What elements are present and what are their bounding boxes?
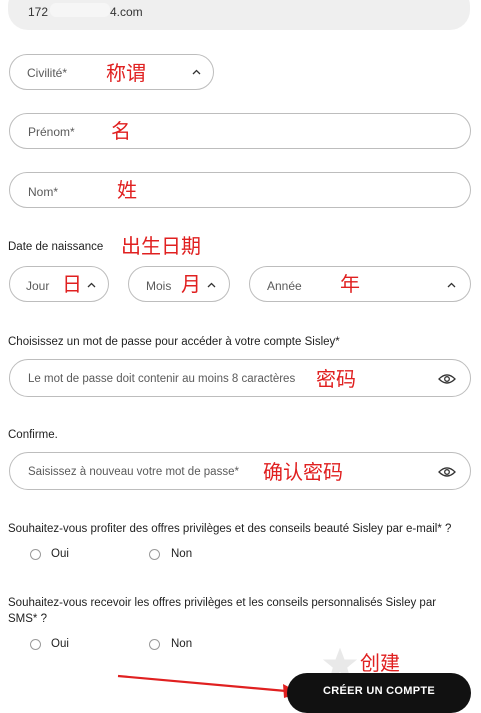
birth-year-select[interactable]: Année 年 — [249, 266, 471, 302]
year-annotation: 年 — [340, 272, 360, 296]
chevron-up-icon — [192, 69, 201, 75]
day-placeholder: Jour — [26, 279, 50, 293]
month-annotation: 月 — [181, 272, 201, 296]
password-input[interactable]: Le mot de passe doit contenir au moins 8… — [9, 359, 471, 397]
year-placeholder: Année — [267, 279, 302, 293]
password-annotation: 密码 — [316, 367, 356, 391]
confirm-annotation: 确认密码 — [263, 460, 343, 484]
birth-label: Date de naissance — [8, 241, 104, 253]
eye-icon[interactable] — [438, 466, 456, 478]
confirm-password-input[interactable]: Saisissez à nouveau votre mot de passe* … — [9, 452, 471, 490]
birth-annotation: 出生日期 — [121, 234, 201, 258]
email-offers-no-label[interactable]: Non — [171, 548, 192, 560]
password-placeholder: Le mot de passe doit contenir au moins 8… — [28, 373, 296, 385]
email-blur — [50, 3, 110, 17]
password-label: Choisissez un mot de passe pour accéder … — [8, 336, 340, 348]
civilite-annotation: 称谓 — [106, 61, 146, 85]
confirm-placeholder: Saisissez à nouveau votre mot de passe* — [28, 466, 239, 478]
sms-offers-question-line1: Souhaitez-vous recevoir les offres privi… — [8, 597, 437, 609]
day-annotation: 日 — [62, 272, 82, 296]
confirm-label: Confirme. — [8, 429, 58, 441]
birth-day-select[interactable]: Jour 日 — [9, 266, 109, 302]
email-offers-yes-radio[interactable] — [30, 549, 41, 560]
sms-offers-question-line2: SMS* ? — [8, 613, 47, 625]
chevron-up-icon — [207, 282, 216, 288]
prenom-annotation: 名 — [111, 119, 131, 143]
nom-annotation: 姓 — [117, 178, 137, 202]
eye-icon[interactable] — [438, 373, 456, 385]
email-offers-question: Souhaitez-vous profiter des offres privi… — [8, 523, 452, 535]
submit-annotation: 创建 — [360, 651, 400, 675]
chevron-up-icon — [447, 282, 456, 288]
email-suffix: 4.com — [110, 5, 143, 19]
email-offers-no-radio[interactable] — [149, 549, 160, 560]
nom-placeholder: Nom* — [28, 185, 59, 199]
birth-month-select[interactable]: Mois 月 — [128, 266, 230, 302]
sms-offers-no-label[interactable]: Non — [171, 638, 192, 650]
civilite-select[interactable]: Civilité* 称谓 — [9, 54, 214, 90]
create-account-button[interactable]: CRÉER UN COMPTE — [287, 673, 471, 713]
sms-offers-yes-radio[interactable] — [30, 639, 41, 650]
create-account-label: CRÉER UN COMPTE — [322, 685, 436, 697]
prenom-input[interactable]: Prénom* 名 — [9, 113, 471, 149]
chevron-up-icon — [87, 282, 96, 288]
email-offers-yes-label[interactable]: Oui — [51, 548, 69, 560]
sms-offers-yes-label[interactable]: Oui — [51, 638, 69, 650]
email-field[interactable]: 172 4.com — [8, 0, 470, 30]
sms-offers-no-radio[interactable] — [149, 639, 160, 650]
prenom-placeholder: Prénom* — [28, 125, 75, 139]
month-placeholder: Mois — [146, 279, 172, 293]
email-prefix: 172 — [28, 5, 49, 19]
civilite-placeholder: Civilité* — [27, 66, 68, 80]
nom-input[interactable]: Nom* 姓 — [9, 172, 471, 208]
